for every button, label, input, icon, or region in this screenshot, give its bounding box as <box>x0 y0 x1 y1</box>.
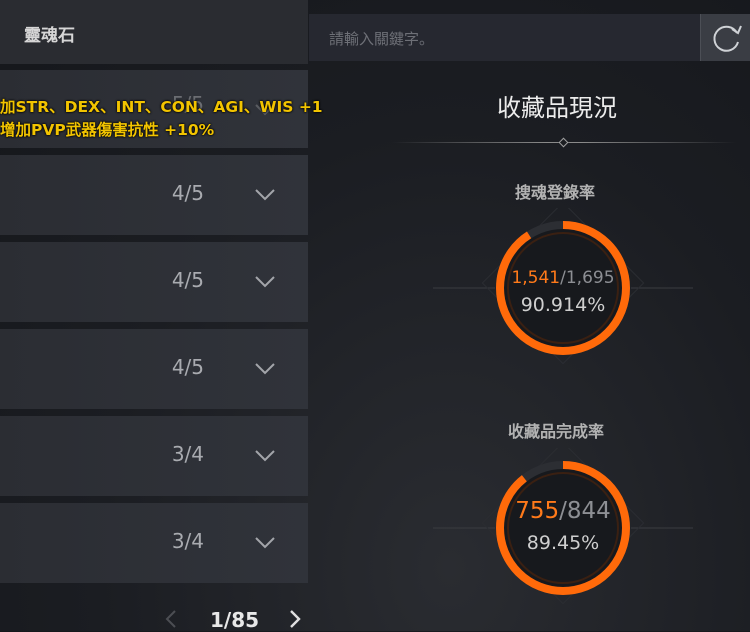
collection-rows: 5/5 4/5 4/5 4/5 3/4 3/4 <box>0 70 308 590</box>
page-indicator: 1/85 <box>210 608 260 632</box>
list-item[interactable]: 4/5 <box>0 242 308 322</box>
chevron-down-icon[interactable] <box>254 531 276 553</box>
complete-rate-gauge: 755/844 89.45% <box>433 441 693 608</box>
soulstone-list-panel: 靈魂石 5/5 4/5 4/5 4/5 3/4 3/4 加STR、DEX、INT… <box>0 0 323 632</box>
row-count: 4/5 <box>171 268 204 292</box>
pagination: 1/85 <box>160 606 310 632</box>
chevron-down-icon[interactable] <box>254 444 276 466</box>
chevron-down-icon[interactable] <box>254 357 276 379</box>
list-item[interactable]: 4/5 <box>0 155 308 235</box>
bonus-line-pvp: 增加PVP武器傷害抗性 +10% <box>0 121 215 139</box>
soul-rate-current: 1,541 <box>511 268 561 288</box>
row-count: 4/5 <box>171 355 204 379</box>
row-count: 4/5 <box>171 181 204 205</box>
soul-rate-total: /1,695 <box>560 268 615 288</box>
complete-rate-total: /844 <box>559 498 611 524</box>
set-bonus-tooltip: 加STR、DEX、INT、CON、AGI、WIS +1 增加PVP武器傷害抗性 … <box>0 96 323 142</box>
panel-header: 靈魂石 <box>0 0 308 64</box>
row-count: 3/4 <box>171 442 204 466</box>
soul-rate-label: 搜魂登錄率 <box>515 183 596 202</box>
search-placeholder: 請輸入關鍵字。 <box>329 30 435 48</box>
chevron-right-icon[interactable] <box>288 608 302 630</box>
panel-title: 靈魂石 <box>24 26 75 46</box>
complete-rate-current: 755 <box>515 498 560 524</box>
bonus-line-stats: 加STR、DEX、INT、CON、AGI、WIS +1 <box>0 98 323 116</box>
list-item[interactable]: 3/4 <box>0 503 308 583</box>
chevron-left-icon[interactable] <box>164 608 178 630</box>
page-title: 收藏品現況 <box>497 94 617 122</box>
complete-rate-label: 收藏品完成率 <box>508 422 605 441</box>
soul-rate-count: 1,541/1,695 <box>483 268 643 288</box>
row-count: 3/4 <box>171 529 204 553</box>
list-item[interactable]: 4/5 <box>0 329 308 409</box>
chevron-down-icon[interactable] <box>254 183 276 205</box>
divider-ornament <box>558 137 569 148</box>
list-item[interactable]: 3/4 <box>0 416 308 496</box>
search-input[interactable]: 請輸入關鍵字。 <box>309 14 701 61</box>
refresh-button[interactable] <box>700 14 750 61</box>
complete-rate-percent: 89.45% <box>526 532 600 554</box>
chevron-down-icon[interactable] <box>254 270 276 292</box>
refresh-icon <box>713 25 742 52</box>
soul-rate-gauge: 1,541/1,695 90.914% <box>433 201 693 368</box>
soul-rate-percent: 90.914% <box>520 294 606 316</box>
complete-rate-count: 755/844 <box>483 498 643 524</box>
